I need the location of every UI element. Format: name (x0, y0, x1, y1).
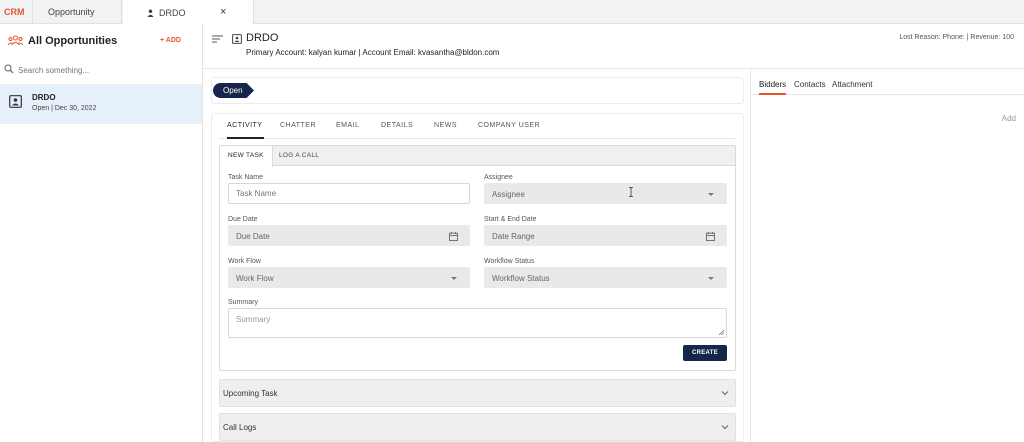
task-name-label: Task Name (228, 174, 264, 181)
top-tab-bar: CRM Opportunity DRDO × (0, 0, 1024, 25)
page-title: DRDO (246, 32, 279, 44)
tab-chatter[interactable]: CHATTER (280, 122, 316, 139)
workflow-status-value: Workflow Status (492, 274, 550, 283)
accordion-upcoming-task-label: Upcoming Task (223, 389, 278, 398)
summary-textarea[interactable]: Summary (228, 308, 727, 338)
due-date-label: Due Date (228, 216, 258, 223)
list-item-drdo[interactable]: DRDO Open | Dec 30, 2022 (0, 84, 202, 124)
close-icon[interactable]: × (220, 6, 226, 18)
calendar-icon[interactable] (449, 232, 458, 241)
task-form: NEW TASK LOG A CALL Task Name Assignee A… (219, 145, 736, 371)
sidebar-search (0, 58, 202, 82)
tab-drdo[interactable]: DRDO × (123, 0, 254, 25)
add-opportunity-button[interactable]: + ADD (160, 37, 181, 44)
tab-activity[interactable]: ACTIVITY (227, 122, 264, 139)
assignee-value: Assignee (492, 190, 525, 199)
summary-label: Summary (228, 299, 258, 306)
assignee-select[interactable]: Assignee (484, 183, 727, 204)
tab-opportunity-label: Opportunity (48, 7, 95, 17)
person-icon (147, 9, 154, 17)
group-icon (8, 35, 23, 46)
dropdown-arrow-icon (708, 277, 714, 280)
work-flow-value: Work Flow (236, 274, 274, 283)
list-item-subtitle: Open | Dec 30, 2022 (32, 105, 97, 112)
activity-tabs: ACTIVITY CHATTER EMAIL DETAILS NEWS COMP… (219, 122, 735, 139)
lost-reason-revenue: Lost Reason: Phone: | Revenue: 100 (899, 34, 1014, 41)
account-email-value: kvasantha@bldon.com (417, 48, 500, 57)
work-flow-label: Work Flow (228, 258, 261, 265)
status-path: Open (211, 77, 744, 104)
due-date-value: Due Date (236, 232, 270, 241)
tab-drdo-label: DRDO (159, 7, 186, 18)
assignee-label: Assignee (484, 174, 513, 181)
tab-details[interactable]: DETAILS (381, 122, 413, 139)
activity-panel: ACTIVITY CHATTER EMAIL DETAILS NEWS COMP… (211, 113, 744, 442)
account-info: Primary Account: kalyan kumar | Account … (246, 48, 499, 57)
task-form-tabs: NEW TASK LOG A CALL (220, 146, 735, 167)
dropdown-arrow-icon (451, 277, 457, 280)
primary-account-label: Primary Account: (246, 48, 307, 57)
tab-news[interactable]: NEWS (434, 122, 457, 139)
accordion-call-logs[interactable]: Call Logs (219, 413, 736, 441)
record-header: DRDO Primary Account: kalyan kumar | Acc… (203, 24, 1024, 69)
tab-log-a-call[interactable]: LOG A CALL (271, 146, 327, 166)
accordion-call-logs-label: Call Logs (223, 423, 257, 432)
accordion-upcoming-task[interactable]: Upcoming Task (219, 379, 736, 407)
task-name-input[interactable] (228, 183, 470, 204)
sidebar: All Opportunities + ADD DRDO Open | Dec … (0, 24, 203, 442)
resize-grip-icon[interactable] (718, 329, 724, 335)
chevron-down-icon (721, 391, 729, 396)
menu-icon[interactable] (212, 35, 223, 43)
primary-account-value: kalyan kumar (308, 48, 357, 57)
list-item-name: DRDO (32, 93, 56, 102)
calendar-icon[interactable] (706, 232, 715, 241)
tab-bidders[interactable]: Bidders (759, 80, 787, 95)
add-bidder-button[interactable]: Add (1002, 114, 1016, 123)
contact-card-icon (9, 95, 22, 108)
date-range-label: Start & End Date (484, 216, 537, 223)
tab-opportunity[interactable]: Opportunity (32, 0, 137, 24)
tab-contacts[interactable]: Contacts (794, 80, 826, 95)
due-date-field[interactable]: Due Date (228, 225, 470, 246)
related-tabs: Bidders Contacts Attachment (751, 77, 1024, 95)
work-flow-select[interactable]: Work Flow (228, 267, 470, 288)
tab-attachment[interactable]: Attachment (832, 80, 872, 95)
status-stage-open[interactable]: Open (213, 83, 254, 98)
chevron-down-icon (721, 425, 729, 430)
related-panel: Bidders Contacts Attachment Add (750, 69, 1024, 442)
workflow-status-label: Workflow Status (484, 258, 535, 265)
sidebar-header: All Opportunities + ADD (0, 24, 202, 58)
tab-new-task[interactable]: NEW TASK (220, 146, 273, 167)
workflow-status-select[interactable]: Workflow Status (484, 267, 727, 288)
separator: | (358, 48, 361, 57)
brand-logo[interactable]: CRM (0, 0, 32, 24)
sidebar-title: All Opportunities (28, 35, 118, 47)
text-cursor-icon (629, 187, 633, 197)
date-range-field[interactable]: Date Range (484, 225, 727, 246)
create-button[interactable]: CREATE (683, 345, 727, 361)
date-range-value: Date Range (492, 232, 535, 241)
account-email-label: Account Email: (362, 48, 416, 57)
contact-card-icon (232, 34, 242, 44)
dropdown-arrow-icon (708, 193, 714, 196)
search-icon (4, 64, 14, 74)
tab-company-user[interactable]: COMPANY USER (478, 122, 540, 139)
summary-placeholder: Summary (236, 315, 271, 324)
tab-email[interactable]: EMAIL (336, 122, 360, 139)
search-input[interactable] (18, 62, 188, 78)
